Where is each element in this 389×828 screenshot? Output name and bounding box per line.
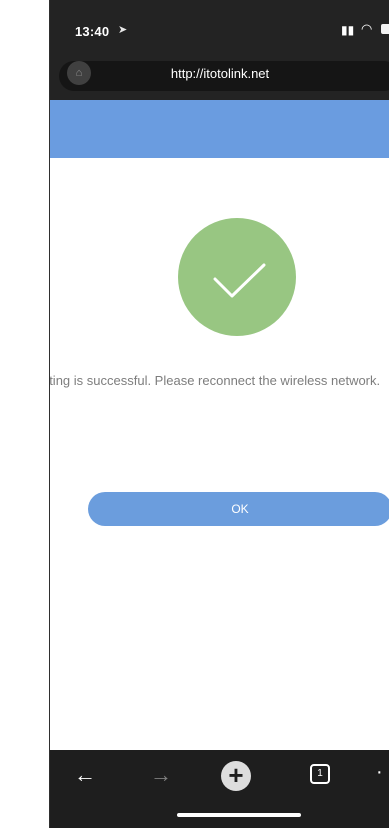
success-message: The setting is successful. Please reconn…: [49, 373, 381, 388]
page-header-bar: [50, 100, 389, 158]
location-arrow-icon: ➤: [118, 24, 128, 36]
phone-screen: 13:40 ➤ ▮▮ ◠ ⌂ http://itotolink.net The …: [49, 0, 389, 828]
new-tab-plus-icon[interactable]: +: [221, 761, 251, 791]
tabs-button-icon[interactable]: 1: [310, 764, 330, 784]
url-text[interactable]: http://itotolink.net: [50, 66, 389, 81]
cellular-signal-icon: ▮▮: [341, 23, 355, 37]
ok-button[interactable]: OK: [88, 492, 389, 526]
status-bar: 13:40 ➤ ▮▮ ◠: [50, 0, 389, 58]
more-menu-icon[interactable]: ·: [376, 762, 383, 782]
back-arrow-icon[interactable]: ←: [74, 762, 96, 788]
forward-arrow-icon[interactable]: →: [150, 762, 172, 788]
battery-icon: [381, 24, 389, 34]
home-indicator: [177, 813, 301, 817]
status-time: 13:40: [75, 24, 110, 39]
success-check-icon: [178, 218, 296, 336]
wifi-icon: ◠: [361, 21, 373, 36]
